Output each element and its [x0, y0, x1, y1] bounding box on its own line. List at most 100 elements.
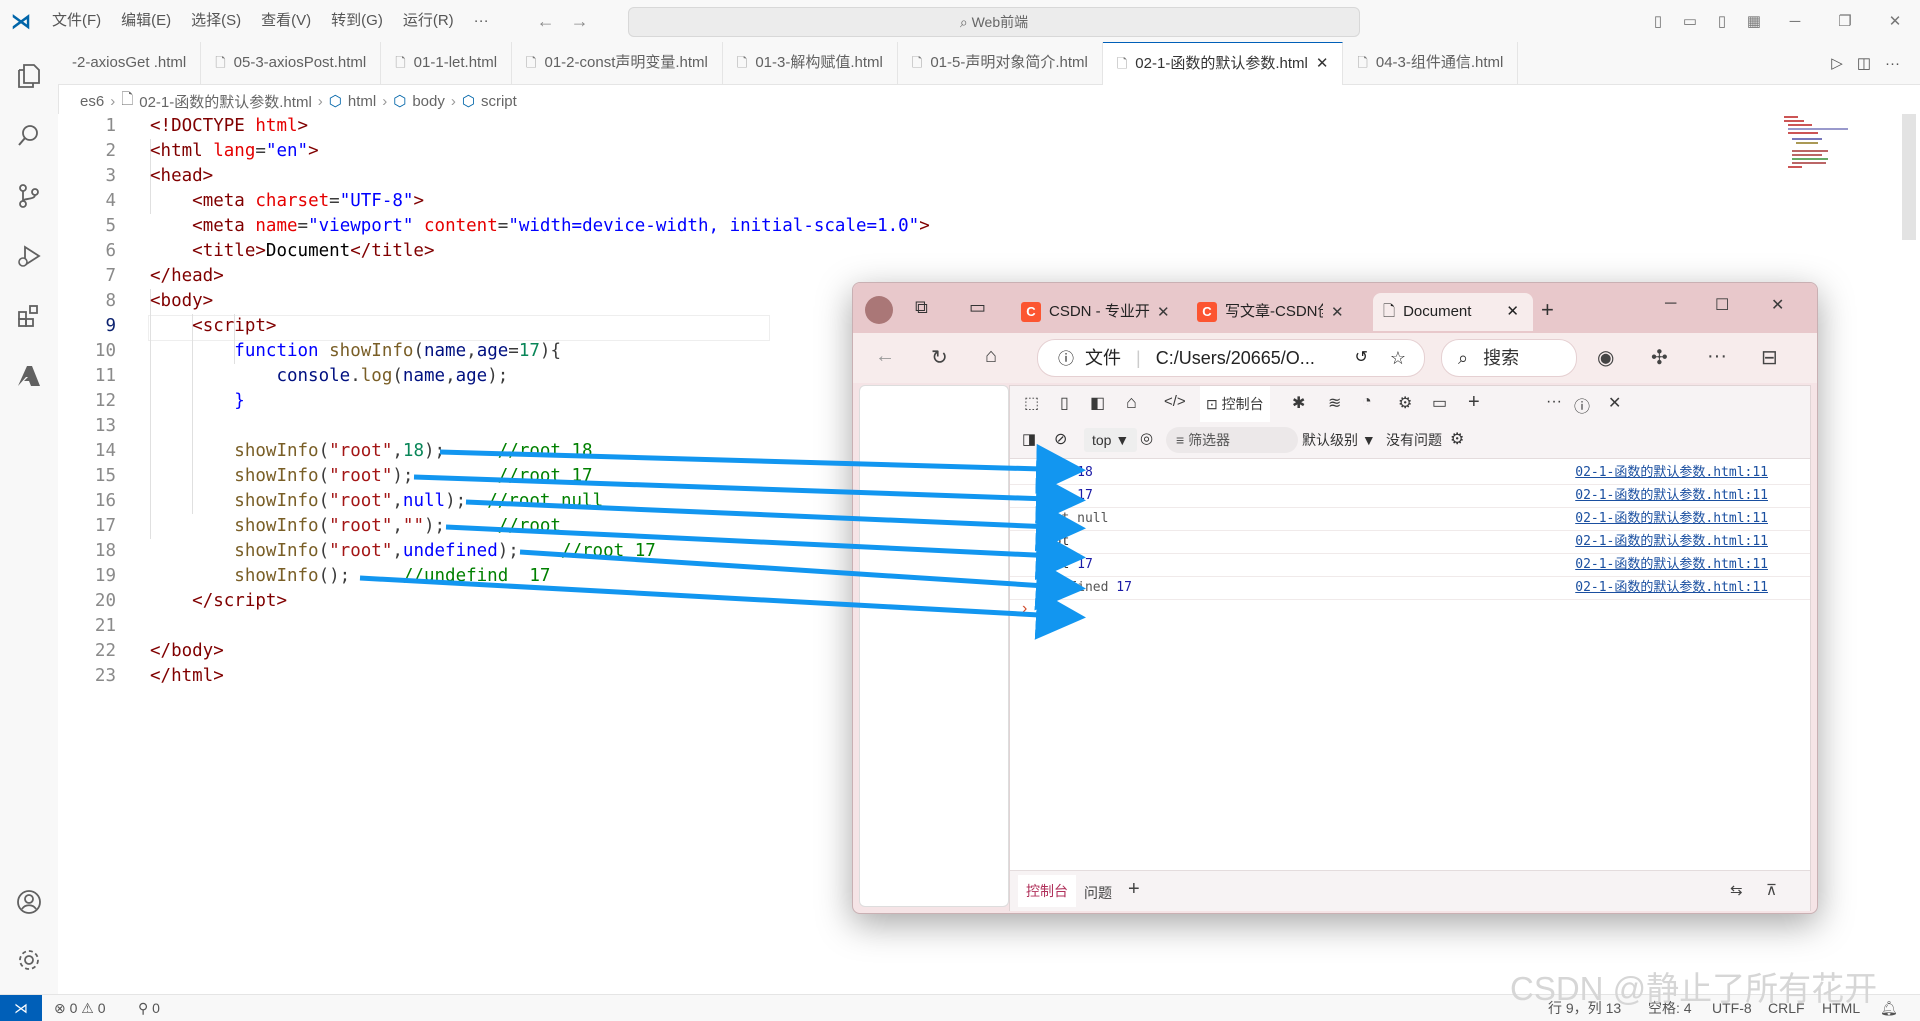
dock-icon[interactable]: ◧ [1090, 393, 1105, 413]
more-tools-plus-icon[interactable]: + [1468, 391, 1480, 414]
explorer-icon[interactable] [0, 50, 58, 102]
problems-indicator[interactable]: ⊗ 0 ⚠ 0 [54, 995, 106, 1021]
console-filter-input[interactable]: ≡ 筛选器 [1166, 427, 1298, 453]
breadcrumb-html[interactable]: html [348, 93, 376, 110]
toggle-sidebar-icon[interactable]: ▯ [1642, 12, 1674, 30]
menu-file[interactable]: 文件(F) [42, 0, 111, 42]
close-tab-icon[interactable]: ✕ [1331, 303, 1344, 321]
more-actions-icon[interactable]: ··· [1885, 55, 1900, 72]
elements-icon[interactable]: </> [1164, 393, 1186, 410]
menu-view[interactable]: 查看(V) [251, 0, 321, 42]
run-debug-icon[interactable] [0, 230, 58, 282]
notifications-bell-icon[interactable]: 🔔︎ [1880, 995, 1898, 1021]
settings-gear-icon[interactable] [0, 934, 58, 986]
devtools-more-icon[interactable]: ··· [1546, 393, 1562, 411]
breadcrumb-body[interactable]: body [412, 93, 445, 110]
breadcrumb-folder[interactable]: es6 [80, 93, 104, 110]
browser-tab-document[interactable]: 🗋 Document ✕ [1373, 293, 1533, 331]
extensions-icon[interactable] [0, 290, 58, 342]
toggle-panel-icon[interactable]: ▭ [1674, 12, 1706, 30]
menu-go[interactable]: 转到(G) [321, 0, 393, 42]
address-bar[interactable]: ⓘ 文件 | C:/Users/20665/O... ↺ ☆ [1037, 339, 1425, 377]
breadcrumb-file[interactable]: 02-1-函数的默认参数.html [139, 91, 312, 112]
profile-avatar[interactable] [865, 296, 893, 324]
sidebar-toggle-icon[interactable]: ◨ [1022, 430, 1036, 448]
log-source-link[interactable]: 02-1-函数的默认参数.html:11 [1575, 462, 1768, 484]
split-editor-icon[interactable]: ◫ [1857, 54, 1871, 72]
new-tab-icon[interactable]: + [1541, 297, 1554, 323]
close-tab-icon[interactable]: ✕ [1506, 293, 1519, 331]
remote-indicator-icon[interactable]: ⋊ [0, 995, 42, 1021]
forward-arrow-icon[interactable]: → [563, 11, 597, 32]
device-emulation-icon[interactable]: ▯ [1060, 393, 1069, 413]
search-box[interactable]: ⌕ 搜索 [1441, 339, 1577, 377]
favorite-star-icon[interactable]: ☆ [1390, 340, 1406, 376]
tab-console[interactable]: ⊡ 控制台 [1200, 386, 1270, 424]
ports-indicator[interactable]: ⚲ 0 [138, 995, 160, 1021]
tab-let[interactable]: 🗋 01-1-let.html [381, 42, 513, 84]
refresh-icon[interactable]: ↻ [931, 345, 948, 370]
tab-component[interactable]: 🗋 04-3-组件通信.html [1343, 42, 1519, 84]
network-wifi-icon[interactable]: ≋ [1328, 393, 1341, 413]
close-window-icon[interactable]: ✕ [1771, 295, 1784, 315]
extension-icon[interactable]: ◉ [1597, 345, 1614, 370]
tab-const[interactable]: 🗋 01-2-const声明变量.html [512, 42, 723, 84]
inspect-icon[interactable]: ⬚ [1024, 393, 1039, 413]
clear-console-icon[interactable]: ⊘ [1054, 429, 1067, 449]
more-menu-icon[interactable]: ··· [1707, 345, 1727, 368]
maximize-icon[interactable]: ☐ [1715, 295, 1729, 315]
minimize-window-icon[interactable]: ─ [1770, 13, 1820, 30]
expand-drawer-icon[interactable]: ⊼ [1766, 881, 1777, 899]
log-source-link[interactable]: 02-1-函数的默认参数.html:11 [1575, 508, 1768, 530]
close-window-icon[interactable]: ✕ [1870, 12, 1920, 30]
extensions-puzzle-icon[interactable]: ✣ [1651, 345, 1668, 370]
read-aloud-icon[interactable]: ↺ [1355, 340, 1368, 376]
accounts-icon[interactable] [0, 876, 58, 928]
page-viewport[interactable] [859, 385, 1009, 907]
log-level-dropdown[interactable]: 默认级别 ▼ [1302, 430, 1376, 450]
browser-tab-write[interactable]: C 写文章-CSDN创 [1197, 293, 1323, 331]
tab-axiosget[interactable]: -2-axiosGet .html [58, 42, 202, 84]
console-settings-gear-icon[interactable]: ⚙ [1450, 429, 1464, 449]
tab-actions-icon[interactable]: ▭ [969, 297, 986, 318]
add-drawer-tab-icon[interactable]: + [1128, 878, 1140, 901]
azure-icon[interactable] [0, 350, 58, 402]
log-source-link[interactable]: 02-1-函数的默认参数.html:11 [1575, 485, 1768, 507]
live-expression-eye-icon[interactable]: ◎ [1140, 429, 1153, 447]
home-icon[interactable]: ⌂ [985, 345, 997, 368]
log-source-link[interactable]: 02-1-函数的默认参数.html:11 [1575, 577, 1768, 599]
minimap[interactable] [1780, 114, 1870, 174]
minimize-icon[interactable]: ─ [1665, 295, 1676, 313]
menu-more[interactable]: ··· [464, 0, 499, 42]
menu-edit[interactable]: 编辑(E) [111, 0, 181, 42]
close-tab-icon[interactable]: ✕ [1316, 43, 1329, 85]
toggle-secondary-sidebar-icon[interactable]: ▯ [1706, 12, 1738, 30]
tab-object[interactable]: 🗋 01-5-声明对象简介.html [898, 42, 1103, 84]
welcome-home-icon[interactable]: ⌂ [1126, 392, 1137, 413]
menu-run[interactable]: 运行(R) [393, 0, 464, 42]
sidebar-toggle-icon[interactable]: ⊟ [1761, 345, 1778, 370]
restore-window-icon[interactable]: ❐ [1820, 12, 1870, 30]
source-control-icon[interactable] [0, 170, 58, 222]
drawer-tab-console[interactable]: 控制台 [1018, 875, 1076, 907]
log-source-link[interactable]: 02-1-函数的默认参数.html:11 [1575, 531, 1768, 553]
back-arrow-icon[interactable]: ← [529, 11, 563, 32]
performance-icon[interactable]: ◔ [1362, 393, 1372, 411]
context-selector[interactable]: top ▼ [1084, 428, 1138, 452]
memory-gear-icon[interactable]: ⚙ [1398, 393, 1412, 413]
quick-view-icon[interactable]: ⇆ [1730, 881, 1743, 899]
tab-destructuring[interactable]: 🗋 01-3-解构赋值.html [723, 42, 898, 84]
application-icon[interactable]: ▭ [1432, 393, 1447, 413]
customize-layout-icon[interactable]: ▦ [1738, 12, 1770, 30]
command-center[interactable]: ⌕ Web前端 [628, 7, 1360, 37]
help-icon[interactable]: ⓘ [1574, 393, 1590, 417]
menu-selection[interactable]: 选择(S) [181, 0, 251, 42]
search-icon[interactable] [0, 110, 58, 162]
tab-axiospost[interactable]: 🗋 05-3-axiosPost.html [201, 42, 382, 84]
browser-tab-csdn[interactable]: C CSDN - 专业开 [1021, 293, 1153, 331]
workspaces-icon[interactable]: ⧉ [915, 297, 928, 318]
vertical-scrollbar[interactable] [1902, 114, 1916, 240]
close-tab-icon[interactable]: ✕ [1157, 303, 1170, 321]
breadcrumb-script[interactable]: script [481, 93, 517, 110]
back-arrow-icon[interactable]: ← [875, 345, 895, 368]
